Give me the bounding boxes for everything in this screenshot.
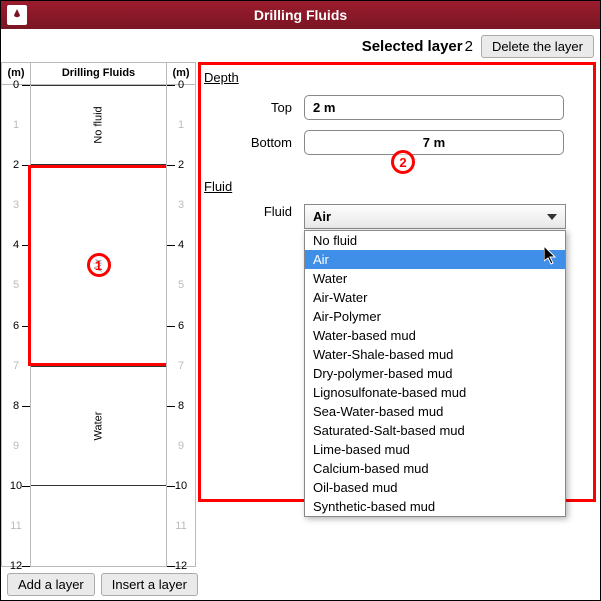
fluid-option[interactable]: Synthetic-based mud (305, 497, 565, 516)
fluid-dropdown[interactable]: No fluidAirWaterAir-WaterAir-PolymerWate… (304, 230, 566, 517)
top-label: Top (204, 100, 304, 115)
layer-no-fluid[interactable]: No fluid (31, 85, 166, 165)
fluid-option[interactable]: Oil-based mud (305, 478, 565, 497)
layer-label: Air (92, 259, 104, 272)
tick-label: 7 (2, 360, 30, 372)
fluid-section-label: Fluid (204, 179, 592, 194)
tick-label: 3 (2, 199, 30, 211)
tick-label: 5 (167, 279, 195, 291)
fluid-option[interactable]: No fluid (305, 231, 565, 250)
fluid-option[interactable]: Air-Water (305, 288, 565, 307)
selected-layer-number: 2 (465, 38, 473, 55)
tick-label: 1 (2, 119, 30, 131)
add-layer-button[interactable]: Add a layer (7, 573, 95, 596)
window-title: Drilling Fluids (35, 7, 566, 23)
fluid-combo[interactable]: Air No fluidAirWaterAir-WaterAir-Polymer… (304, 204, 566, 229)
fluids-track[interactable]: Drilling Fluids No fluidAir1Water (31, 62, 166, 567)
delete-layer-button[interactable]: Delete the layer (481, 35, 594, 58)
fluid-option[interactable]: Calcium-based mud (305, 459, 565, 478)
ruler-left: (m) 0123456789101112 (1, 62, 31, 567)
layer-air[interactable]: Air (31, 165, 166, 365)
ruler-right: (m) 0123456789101112 (166, 62, 196, 567)
left-panel: (m) 0123456789101112 Drilling Fluids No … (1, 62, 196, 567)
tick-label: 11 (167, 520, 195, 532)
fluid-option[interactable]: Air-Polymer (305, 307, 565, 326)
bottom-input[interactable] (304, 130, 564, 155)
fluid-option[interactable]: Air (305, 250, 565, 269)
fluid-option[interactable]: Water-based mud (305, 326, 565, 345)
tick-label: 3 (167, 199, 195, 211)
right-panel: Depth Top Bottom 2 Fluid Fluid Air No fl… (196, 62, 600, 567)
layer-label: No fluid (92, 106, 104, 143)
top-input[interactable] (304, 95, 564, 120)
toolbar: Selected layer 2 Delete the layer (1, 29, 600, 62)
fluid-label: Fluid (204, 204, 304, 219)
insert-layer-button[interactable]: Insert a layer (101, 573, 198, 596)
tick-label: 1 (167, 119, 195, 131)
selected-layer-label: Selected layer (362, 38, 463, 55)
track-header: Drilling Fluids (31, 63, 166, 85)
tick-label: 5 (2, 279, 30, 291)
tick-label: 9 (167, 440, 195, 452)
tick-label: 9 (2, 440, 30, 452)
fluid-option[interactable]: Lignosulfonate-based mud (305, 383, 565, 402)
fluid-option[interactable]: Dry-polymer-based mud (305, 364, 565, 383)
depth-section-label: Depth (204, 70, 592, 85)
tick-label: 11 (2, 520, 30, 532)
fluid-option[interactable]: Water (305, 269, 565, 288)
app-icon (7, 5, 27, 25)
fluid-option[interactable]: Sea-Water-based mud (305, 402, 565, 421)
bottom-bar: Add a layer Insert a layer (1, 567, 600, 601)
layer-water[interactable]: Water (31, 366, 166, 486)
fluid-option[interactable]: Lime-based mud (305, 440, 565, 459)
fluid-option[interactable]: Saturated-Salt-based mud (305, 421, 565, 440)
fluid-option[interactable]: Water-Shale-based mud (305, 345, 565, 364)
fluid-combo-display[interactable]: Air (304, 204, 566, 229)
bottom-label: Bottom (204, 135, 304, 150)
layer-label: Water (93, 411, 105, 440)
titlebar: Drilling Fluids (1, 1, 600, 29)
tick-label: 7 (167, 360, 195, 372)
